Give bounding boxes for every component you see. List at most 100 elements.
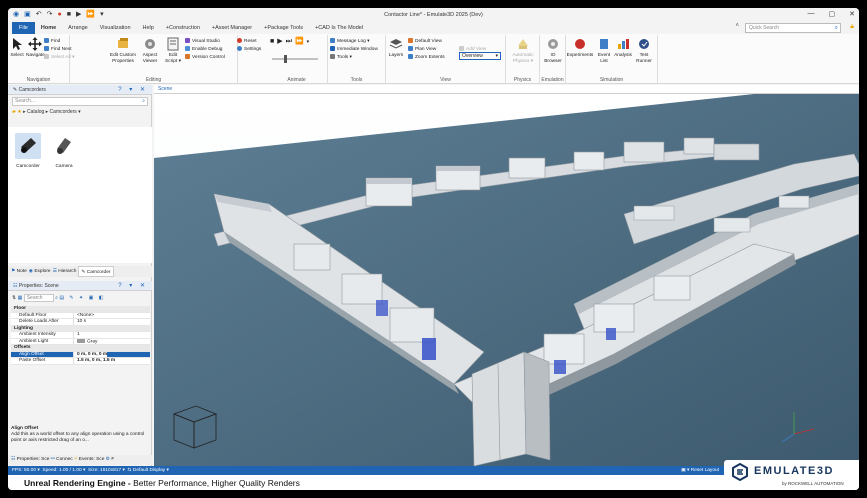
move-arrows-icon — [28, 37, 43, 51]
tab-events[interactable]: ⚡ Events: Sce — [74, 457, 104, 462]
collapse-ribbon-icon[interactable]: ˄ — [735, 23, 739, 29]
default-view-button[interactable]: Default View — [408, 38, 442, 45]
edit-custom-properties-button[interactable]: Edit Custom Properties — [108, 37, 138, 64]
reset-button[interactable]: Reset — [237, 38, 257, 45]
tab-note[interactable]: ⚑ Note — [11, 266, 27, 277]
io-browser-button[interactable]: IO Browser — [542, 37, 564, 64]
fps-dropdown[interactable]: FPS: 50.00 ▾ — [12, 468, 40, 473]
tab-more[interactable]: ⚙ F — [106, 457, 115, 462]
enable-debug-button[interactable]: Enable Debug — [185, 46, 222, 53]
group-editing: Edit Custom Properties Aspect Viewer Edi… — [70, 35, 238, 83]
app-window: ◉ ▣ ↶ ↷ ● ■ ▶ ⏩ ▾ Contactor Line* - Emul… — [8, 8, 859, 490]
catalog-panel-header: ✎ Camcorders ? ▾ ✕ — [8, 85, 152, 95]
size-dropdown[interactable]: Size: 1610x817 ▾ — [88, 468, 125, 473]
tab-help[interactable]: Help — [137, 22, 160, 34]
speed-dropdown-icon[interactable]: ▾ — [307, 39, 313, 45]
test-runner-button[interactable]: Test Runner — [634, 37, 654, 64]
minimize-button[interactable]: — — [808, 10, 815, 18]
scene-render[interactable] — [154, 94, 859, 466]
property-value[interactable]: 10 s — [74, 319, 86, 325]
tools-button[interactable]: Tools ▾ — [330, 54, 352, 61]
experiments-button[interactable]: Experiments — [566, 37, 594, 59]
tab-explore[interactable]: ◉ Explore — [29, 266, 51, 277]
group-simulation: Experiments Event List Analysis Test Run… — [566, 35, 658, 83]
find-next-button[interactable]: Find Next — [44, 46, 72, 53]
lock-icon[interactable]: 🔒︎ — [850, 23, 854, 31]
tab-visualization[interactable]: Visualization — [94, 22, 137, 34]
property-key: Delete Loads After — [11, 319, 74, 325]
select-button[interactable]: Select — [10, 37, 24, 59]
step-icon[interactable]: ⏭ — [286, 38, 295, 45]
close-button[interactable]: ✕ — [849, 10, 855, 18]
display-dropdown[interactable]: Default Display ▾ — [133, 468, 169, 473]
speed-dropdown[interactable]: Speed: 1.00 / 1.00 ▾ — [42, 468, 85, 473]
tab-cad-is-the-model[interactable]: +CAD Is The Model — [309, 22, 369, 34]
scene-viewport[interactable] — [154, 94, 859, 466]
property-value[interactable]: 0 m, 0 m, 0 m — [74, 351, 108, 357]
property-key: Ambient Light — [11, 338, 74, 344]
tab-construction[interactable]: +Construction — [160, 22, 206, 34]
automatic-physics-button[interactable]: Automatic Physics ▾ — [509, 37, 537, 64]
visual-studio-button[interactable]: Visual Studio — [185, 38, 220, 45]
property-key: Ambient Intensity — [11, 332, 74, 338]
panel-controls[interactable]: ? ▾ ✕ — [118, 85, 148, 95]
edit-script-button[interactable]: Edit Script ▾ — [164, 37, 182, 64]
tab-package-tools[interactable]: +Package Tools — [258, 22, 309, 34]
property-value[interactable]: 1 — [74, 332, 80, 338]
catalog-item-camera[interactable]: Camera — [46, 133, 82, 169]
immediate-window-button[interactable]: Immediate Window — [330, 46, 378, 53]
category-icon[interactable]: ▦ — [18, 295, 23, 301]
search-icon: ⌕ — [55, 295, 58, 301]
version-control-button[interactable]: Version Control — [185, 54, 225, 61]
settings-button[interactable]: Settings — [237, 46, 261, 53]
sort-icon[interactable]: ⇅ — [12, 295, 16, 301]
plan-view-button[interactable]: Plan View — [408, 46, 436, 53]
property-key: Lighting — [14, 325, 33, 331]
tab-asset-manager[interactable]: +Asset Manager — [206, 22, 258, 34]
property-row[interactable]: Paste Offset 1.5 m, 0 m, 1.5 m — [11, 358, 150, 365]
fast-forward-icon[interactable]: ⏩ — [295, 38, 307, 45]
immediate-window-icon — [330, 46, 335, 51]
test-runner-icon — [639, 39, 649, 49]
tab-hierarchy[interactable]: ☰ Hierarch — [53, 266, 77, 277]
message-log-button[interactable]: Message Log ▾ — [330, 38, 370, 45]
play-icon[interactable]: ▶ — [277, 38, 285, 45]
script-icon — [167, 37, 179, 51]
property-description: Align Offset Add this as a world offset … — [11, 426, 150, 444]
zoom-extents-button[interactable]: Zoom Extents — [408, 54, 445, 61]
quick-search-input[interactable]: Quick Search ⌕ — [745, 23, 841, 33]
catalog-item-camcorder[interactable]: Camcorder — [10, 133, 46, 169]
search-icon: ⌕ — [142, 98, 145, 104]
tab-home[interactable]: Home — [34, 22, 63, 35]
select-all-icon — [44, 54, 49, 59]
find-button[interactable]: Find — [44, 38, 60, 45]
view-select[interactable]: Overview ▾ — [459, 52, 501, 60]
toolbar-icons[interactable]: ▤ ✎ ✦ ▣ ◧ — [59, 295, 105, 301]
properties-search-input[interactable]: Search — [23, 294, 54, 302]
property-value[interactable]: <None> — [74, 313, 94, 319]
reset-layout-button[interactable]: ▣ ▾ Reset Layout — [681, 466, 719, 475]
tab-arrange[interactable]: Arrange — [62, 22, 94, 34]
electrical-cabinets — [471, 351, 551, 466]
tab-camcorder[interactable]: ✎ Camcorder — [78, 266, 114, 277]
property-value[interactable]: 1.5 m, 0 m, 1.5 m — [74, 358, 115, 364]
connections-icon: ⚯ — [50, 457, 55, 462]
speed-slider-handle[interactable] — [284, 55, 287, 63]
catalog-search-input[interactable]: Search... ⌕ — [12, 97, 148, 106]
analysis-button[interactable]: Analysis — [614, 37, 632, 59]
event-list-button[interactable]: Event List — [596, 37, 612, 64]
tab-properties[interactable]: ☷ Properties: Sce — [11, 457, 49, 462]
navigate-button[interactable]: Navigate — [26, 37, 45, 59]
layout-icon: ▣ — [681, 468, 686, 473]
tab-connections[interactable]: ⚯ Connec — [51, 457, 73, 462]
maximize-button[interactable]: ▢ — [829, 10, 836, 18]
tab-scene[interactable]: Scene — [154, 85, 859, 94]
property-value[interactable]: Gray — [74, 338, 97, 344]
tab-file[interactable]: File — [12, 22, 35, 34]
aspect-viewer-button[interactable]: Aspect Viewer — [140, 37, 160, 64]
catalog-items: Camcorder Camera — [8, 127, 152, 263]
speed-slider[interactable] — [270, 55, 320, 63]
panel-controls[interactable]: ? ▾ ✕ — [118, 281, 148, 291]
catalog-breadcrumb[interactable]: ▰ ★ ▸ Catalog ▸ Camcorders ▾ — [12, 108, 81, 116]
layers-button[interactable]: Layers — [388, 37, 404, 59]
